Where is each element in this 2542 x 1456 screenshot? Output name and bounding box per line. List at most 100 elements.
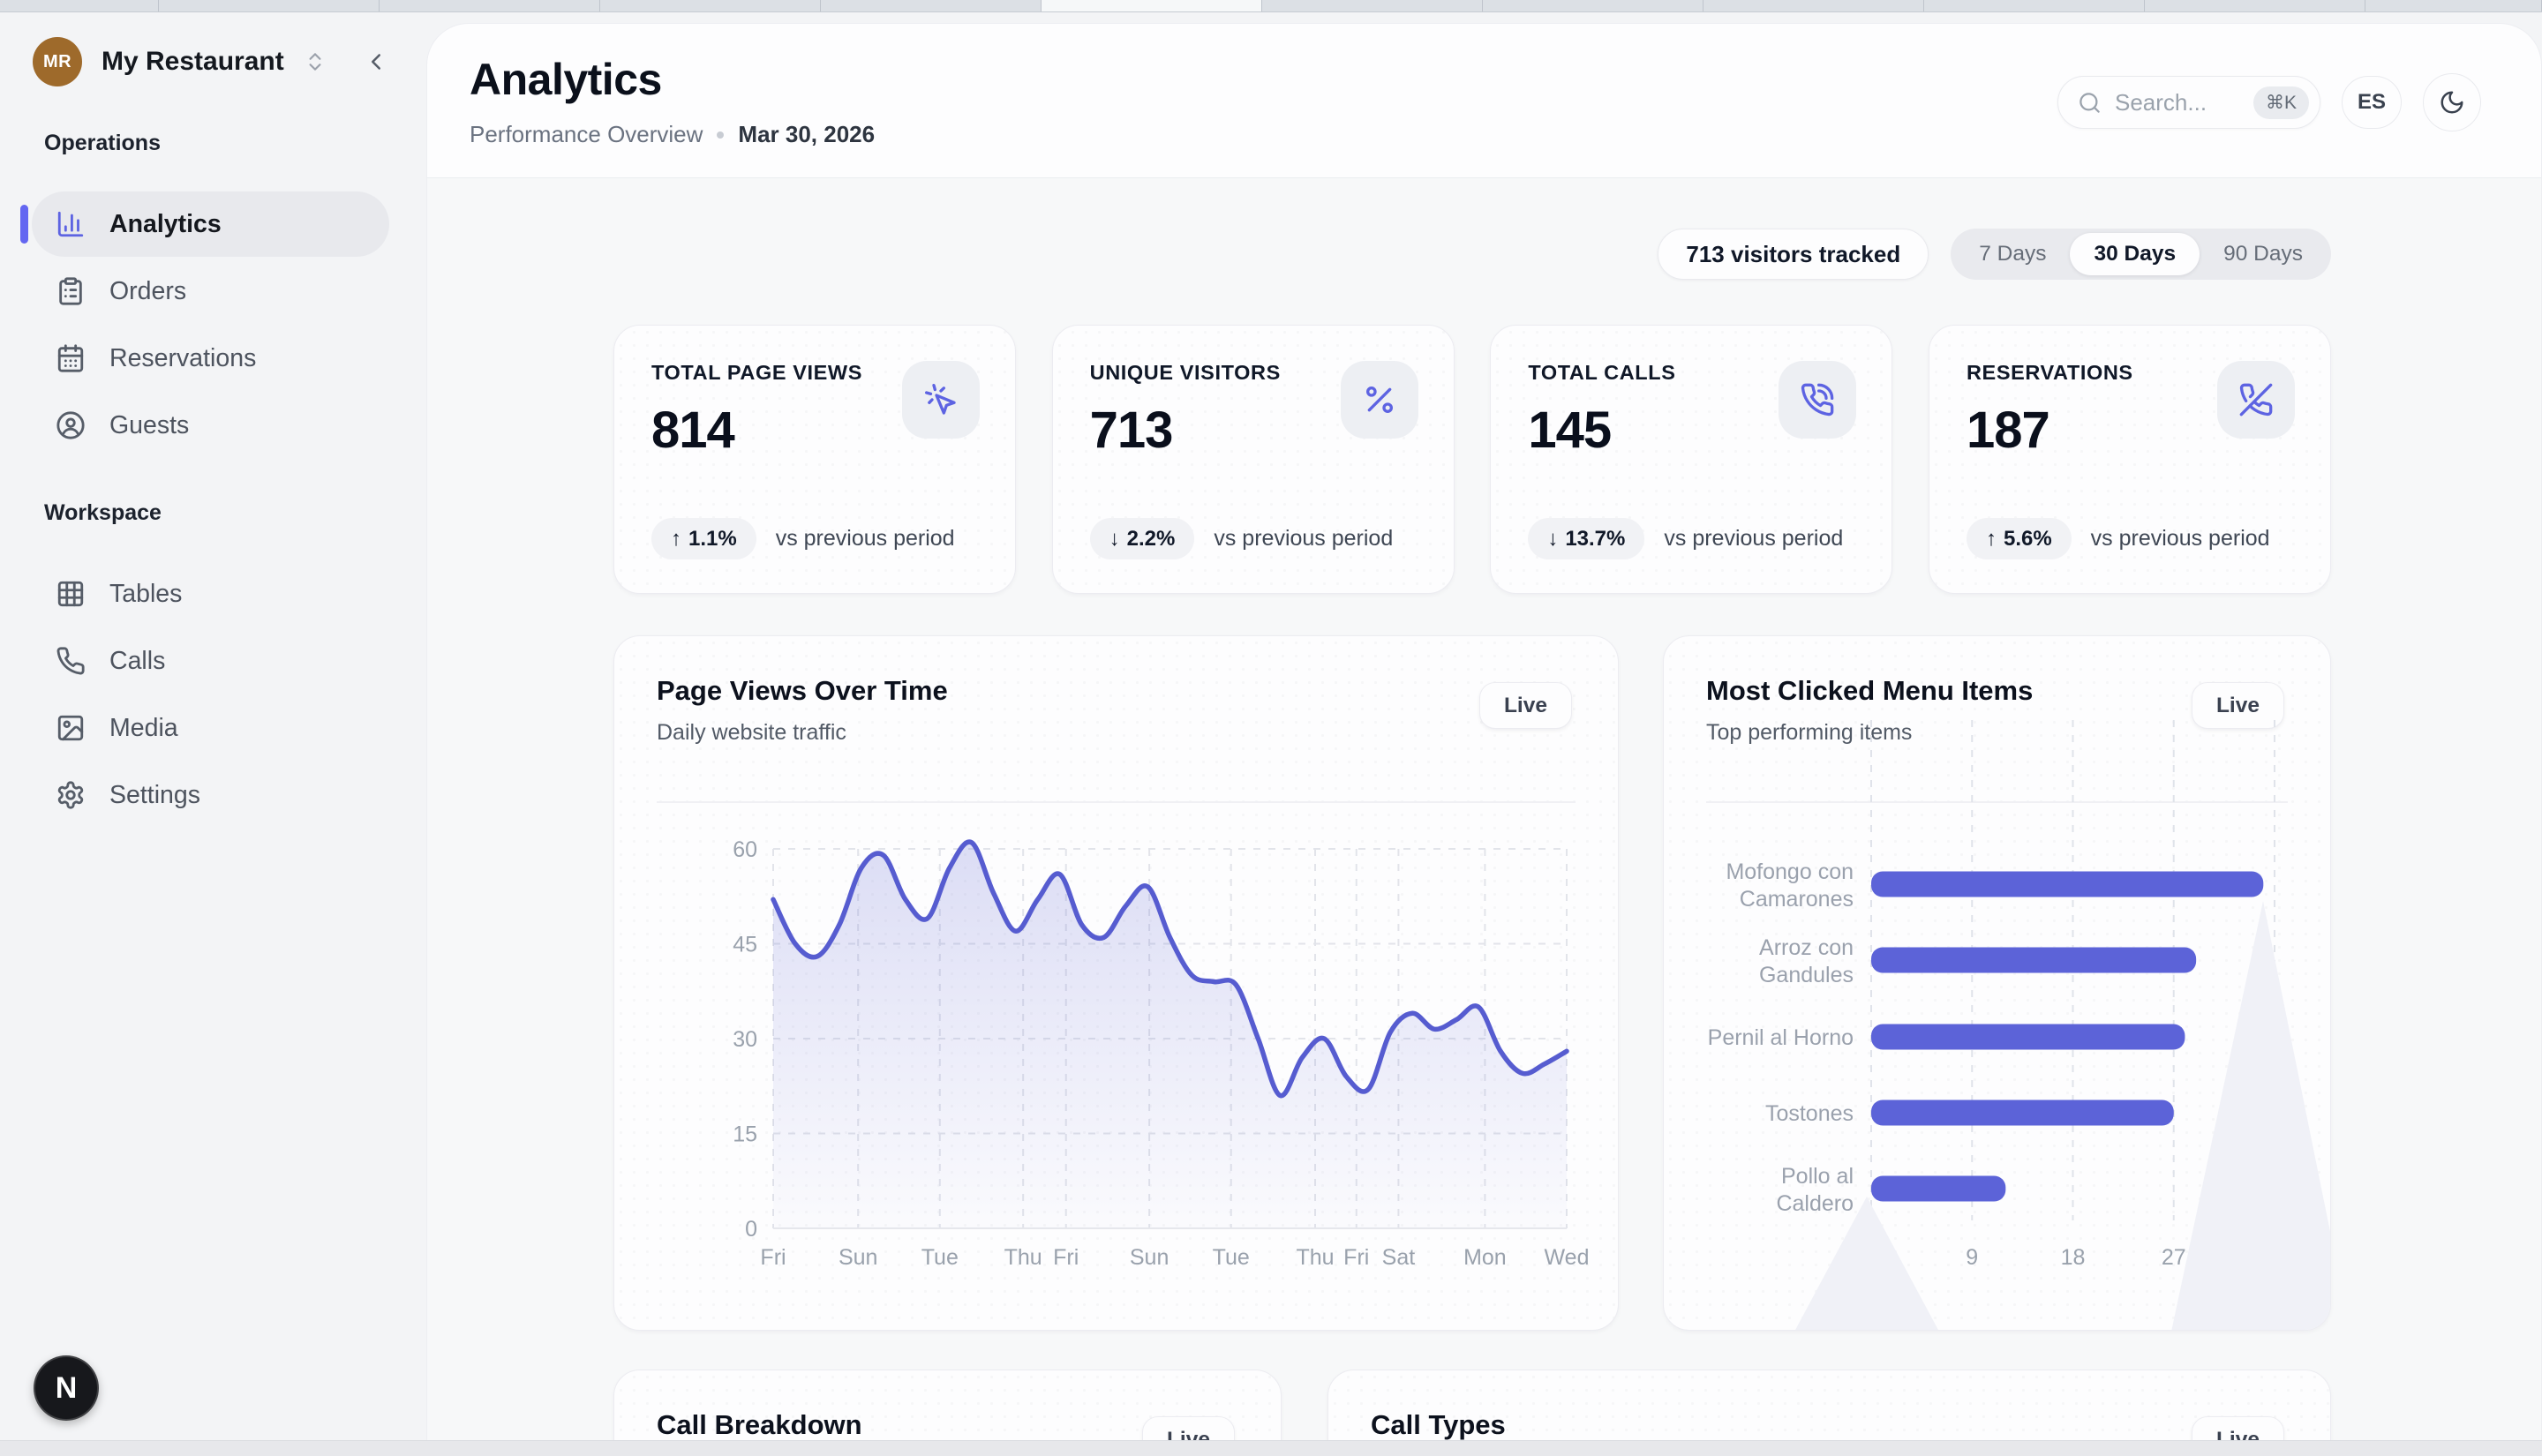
browser-tab[interactable] (0, 0, 159, 11)
browser-tab[interactable] (2365, 0, 2542, 11)
chart-column-icon (56, 209, 86, 239)
sidebar-item-label: Settings (109, 781, 200, 810)
sidebar-item-tables[interactable]: Tables (32, 561, 389, 627)
browser-tab[interactable] (600, 0, 821, 11)
menu-items-live-badge[interactable]: Live (2192, 682, 2284, 729)
page-views-card: Page Views Over Time Daily website traff… (613, 635, 1619, 1331)
sidebar-item-settings[interactable]: Settings (32, 762, 389, 828)
page-views-title: Page Views Over Time (657, 675, 1576, 707)
divider (1706, 801, 2288, 803)
sidebar-item-label: Media (109, 714, 178, 743)
phone-icon (56, 646, 86, 676)
stat-change-badge: ↑ 1.1% (651, 518, 756, 559)
sidebar-item-calls[interactable]: Calls (32, 628, 389, 694)
user-circle-icon (56, 410, 86, 440)
stat-compare-text: vs previous period (1664, 526, 1843, 552)
browser-tab[interactable] (2145, 0, 2365, 11)
stat-card-total-page-views: TOTAL PAGE VIEWS 814 ↑ 1.1% vs previous … (613, 325, 1016, 594)
svg-text:Pollo al: Pollo al (1781, 1164, 1854, 1189)
trend-arrow-icon: ↑ (671, 527, 681, 552)
svg-text:Tue: Tue (921, 1245, 959, 1270)
language-button[interactable]: ES (2342, 76, 2402, 129)
page-views-live-badge[interactable]: Live (1479, 682, 1572, 729)
toolbar: 713 visitors tracked 7 Days30 Days90 Day… (613, 229, 2331, 280)
sidebar-section-label: Operations (44, 131, 426, 156)
svg-text:9: 9 (1966, 1245, 1978, 1270)
main-panel: Analytics Performance Overview Mar 30, 2… (426, 23, 2542, 1456)
browser-tab[interactable] (821, 0, 1042, 11)
range-option-90-days[interactable]: 90 Days (2200, 233, 2327, 275)
sidebar-item-label: Reservations (109, 344, 256, 373)
svg-text:Mon: Mon (1463, 1245, 1507, 1270)
svg-text:Sun: Sun (1130, 1245, 1169, 1270)
window-bottom-strip (0, 1440, 2542, 1456)
calendar-icon (56, 343, 86, 373)
svg-text:Gandules: Gandules (1759, 963, 1854, 987)
search-input[interactable]: Search... ⌘K (2057, 76, 2320, 129)
image-icon (56, 713, 86, 743)
stat-compare-text: vs previous period (2091, 526, 2270, 552)
sidebar-item-media[interactable]: Media (32, 695, 389, 761)
breadcrumb-separator-dot (717, 131, 724, 139)
breadcrumb-section: Performance Overview (470, 121, 703, 148)
browser-tab[interactable] (1703, 0, 1924, 11)
sidebar-item-orders[interactable]: Orders (32, 259, 389, 324)
search-shortcut-badge: ⌘K (2253, 86, 2309, 119)
chevrons-up-down-icon (304, 50, 327, 73)
page-views-subtitle: Daily website traffic (657, 720, 1576, 746)
svg-text:27: 27 (2162, 1245, 2186, 1270)
browser-tab-strip[interactable] (0, 0, 2542, 12)
browser-tab[interactable] (159, 0, 380, 11)
svg-text:Tue: Tue (1213, 1245, 1250, 1270)
svg-text:0: 0 (1865, 1245, 1877, 1270)
svg-text:15: 15 (733, 1122, 757, 1147)
sidebar-item-guests[interactable]: Guests (32, 393, 389, 458)
svg-text:18: 18 (2061, 1245, 2086, 1270)
charts-row: Page Views Over Time Daily website traff… (613, 635, 2331, 1331)
svg-text:Sat: Sat (1382, 1245, 1416, 1270)
date-range-segmented-control: 7 Days30 Days90 Days (1951, 229, 2331, 280)
page-header: Analytics Performance Overview Mar 30, 2… (427, 24, 2541, 177)
nextjs-dev-badge[interactable]: N (34, 1355, 99, 1421)
browser-tab[interactable] (1262, 0, 1483, 11)
stat-change-badge: ↓ 13.7% (1528, 518, 1644, 559)
phone-off-icon (2217, 361, 2295, 439)
sidebar-item-label: Tables (109, 580, 182, 609)
browser-tab[interactable] (380, 0, 600, 11)
sidebar-item-label: Guests (109, 411, 189, 440)
settings-icon (56, 780, 86, 810)
breadcrumb: Performance Overview Mar 30, 2026 (470, 121, 875, 148)
workspace-switcher[interactable]: MR My Restaurant (33, 37, 327, 86)
stat-compare-text: vs previous period (776, 526, 955, 552)
stats-row: TOTAL PAGE VIEWS 814 ↑ 1.1% vs previous … (613, 325, 2331, 594)
percent-icon (1341, 361, 1418, 439)
sidebar-item-label: Orders (109, 277, 186, 306)
clipboard-list-icon (56, 276, 86, 306)
sidebar-item-reservations[interactable]: Reservations (32, 326, 389, 391)
range-option-7-days[interactable]: 7 Days (1955, 233, 2070, 275)
svg-text:Pernil al Horno: Pernil al Horno (1708, 1025, 1854, 1050)
sidebar: MR My Restaurant Operations Analytics Orde… (0, 12, 426, 1456)
sidebar-item-analytics[interactable]: Analytics (32, 191, 389, 257)
svg-text:Tostones: Tostones (1765, 1101, 1854, 1126)
search-icon (2078, 91, 2102, 115)
browser-tab[interactable] (1042, 0, 1262, 11)
header-date: Mar 30, 2026 (738, 121, 875, 148)
svg-text:Thu: Thu (1296, 1245, 1334, 1270)
svg-text:45: 45 (733, 933, 757, 957)
svg-text:Mofongo con: Mofongo con (1726, 859, 1854, 884)
svg-text:60: 60 (733, 837, 757, 862)
dark-mode-button[interactable] (2423, 73, 2481, 131)
phone-call-icon (1779, 361, 1856, 439)
grid-icon (56, 579, 86, 609)
svg-text:0: 0 (745, 1217, 757, 1242)
browser-tab[interactable] (1924, 0, 2145, 11)
sidebar-collapse-button[interactable] (357, 43, 395, 80)
visitors-tracked-badge: 713 visitors tracked (1658, 229, 1929, 280)
workspace-name: My Restaurant (102, 47, 284, 77)
browser-tab[interactable] (1483, 0, 1703, 11)
chevron-left-icon (363, 49, 389, 75)
sidebar-item-label: Analytics (109, 210, 222, 239)
range-option-30-days[interactable]: 30 Days (2070, 233, 2200, 275)
trend-arrow-icon: ↓ (1547, 527, 1558, 552)
